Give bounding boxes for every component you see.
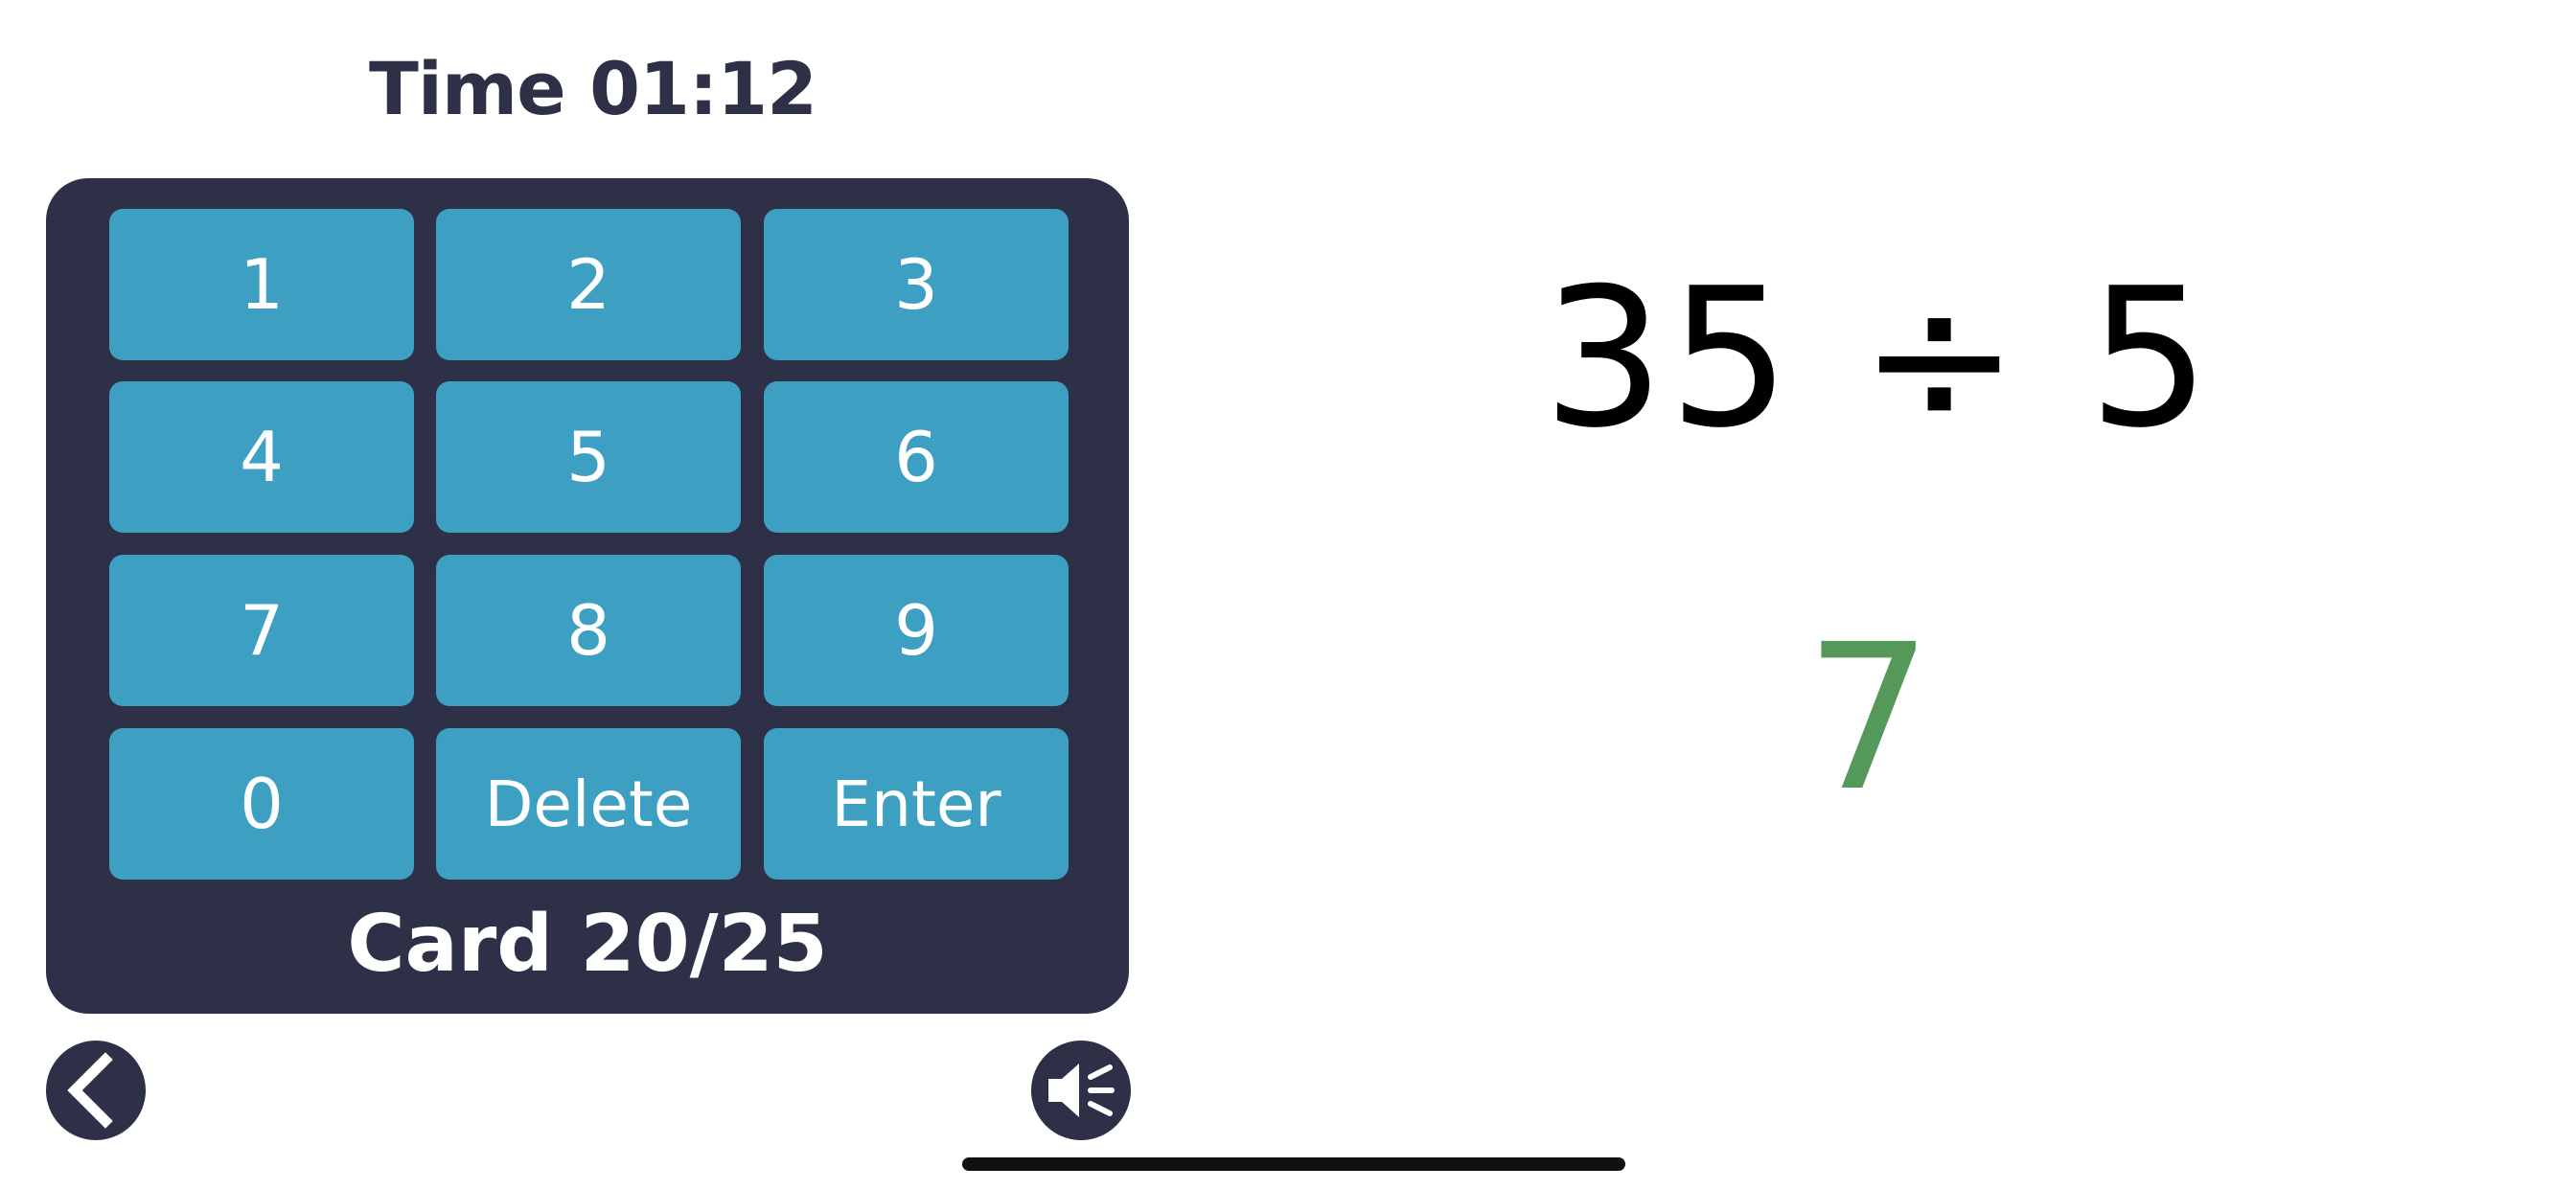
keypad-panel: 1 2 3 4 5 6 7 8 9 0 Delete Enter Card 20…	[46, 178, 1129, 1014]
key-8[interactable]: 8	[436, 555, 741, 706]
flashcard-screen: Time 01:12 1 2 3 4 5 6 7 8 9 0 Delete En…	[0, 0, 2576, 1190]
key-5[interactable]: 5	[436, 381, 741, 533]
key-6[interactable]: 6	[764, 381, 1069, 533]
key-1[interactable]: 1	[109, 209, 414, 360]
key-3[interactable]: 3	[764, 209, 1069, 360]
speaker-icon	[1048, 1064, 1115, 1117]
key-2[interactable]: 2	[436, 209, 741, 360]
back-arrow-icon	[67, 1052, 113, 1129]
home-indicator[interactable]	[962, 1157, 1625, 1171]
enter-button[interactable]: Enter	[764, 728, 1069, 880]
timer-label: Time 01:12	[369, 46, 817, 131]
key-9[interactable]: 9	[764, 555, 1069, 706]
delete-button[interactable]: Delete	[436, 728, 741, 880]
card-counter: Card 20/25	[347, 899, 828, 990]
back-button[interactable]	[46, 1041, 146, 1140]
sound-button[interactable]	[1031, 1041, 1131, 1140]
key-4[interactable]: 4	[109, 381, 414, 533]
key-7[interactable]: 7	[109, 555, 414, 706]
answer-text: 7	[1805, 601, 1933, 835]
problem-text: 35 ÷ 5	[1542, 247, 2215, 470]
key-0[interactable]: 0	[109, 728, 414, 880]
